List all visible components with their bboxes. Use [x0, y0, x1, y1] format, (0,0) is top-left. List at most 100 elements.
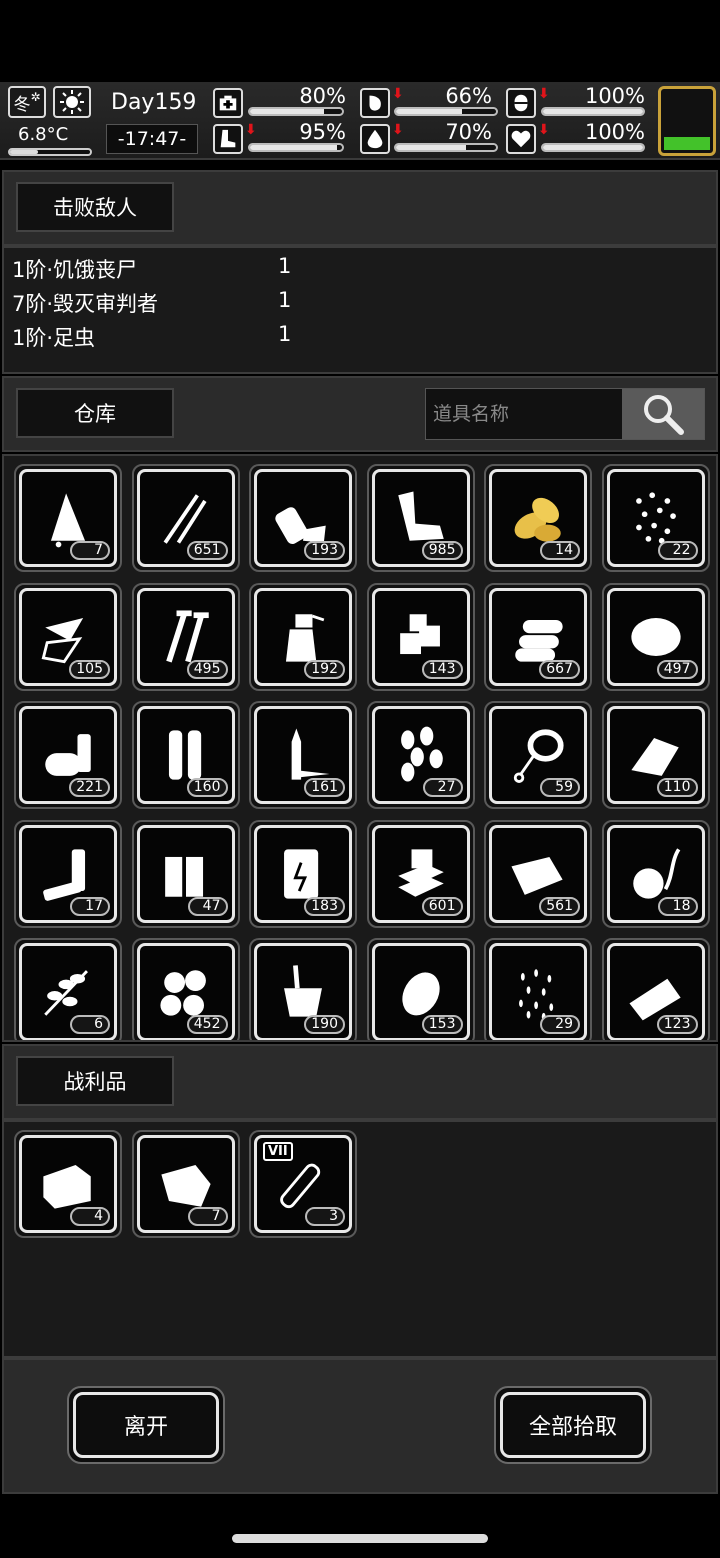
enemy-count: 1 — [278, 254, 292, 278]
take-all-button[interactable]: 全部拾取 — [494, 1386, 652, 1464]
item-slot[interactable]: 22 — [601, 464, 710, 572]
home-indicator[interactable] — [232, 1534, 488, 1543]
item-quantity: 601 — [421, 896, 463, 916]
mood-bar — [541, 143, 645, 152]
enemy-count: 1 — [278, 322, 292, 346]
item-slot-frame: 221 — [19, 706, 117, 804]
item-slot[interactable]: 651 — [131, 464, 240, 572]
search-button[interactable] — [622, 389, 704, 439]
item-quantity: 110 — [656, 778, 698, 797]
warehouse-grid[interactable]: 7 651 193 985 14 22 105 495 192 143 667 497 221 160 16… — [2, 454, 718, 1042]
hunger-value: 66% — [445, 84, 492, 108]
item-slot-frame: 561 — [489, 824, 587, 923]
item-slot[interactable]: 601 — [366, 819, 475, 928]
item-quantity: 27 — [422, 778, 463, 797]
item-slot[interactable]: 105 — [14, 582, 122, 691]
item-slot-frame: 29 — [489, 943, 587, 1040]
item-slot-frame: 985 — [371, 469, 470, 567]
sun-icon — [53, 86, 91, 118]
item-slot[interactable]: 110 — [601, 701, 710, 809]
item-slot[interactable]: 183 — [249, 819, 357, 928]
item-quantity: 7 — [70, 541, 110, 560]
temperature-bar — [8, 148, 92, 156]
pill-icon — [514, 94, 528, 112]
leave-button-label: 离开 — [73, 1392, 219, 1458]
item-quantity: 47 — [187, 896, 228, 916]
defeated-enemies-tab[interactable]: 击败敌人 — [16, 182, 174, 232]
search-icon — [644, 395, 684, 435]
medicine-stat — [506, 88, 536, 118]
item-slot[interactable]: 561 — [484, 819, 592, 928]
temperature-value: 6.8°C — [18, 124, 69, 145]
enemy-count: 1 — [278, 288, 292, 312]
hunger-bar — [394, 107, 498, 116]
item-slot[interactable]: 4 — [14, 1130, 122, 1238]
snowflake-icon: ✲ — [30, 90, 41, 104]
item-quantity: 22 — [657, 541, 698, 560]
item-search — [425, 388, 705, 440]
item-slot[interactable]: 123 — [601, 938, 710, 1040]
item-slot[interactable]: 7 — [14, 464, 122, 572]
medicine-value: 100% — [584, 84, 645, 108]
item-slot[interactable]: 985 — [366, 464, 475, 572]
item-slot-frame: 17 — [19, 824, 117, 923]
item-slot-frame: 153 — [371, 943, 470, 1040]
item-slot[interactable]: 59 — [484, 701, 592, 809]
item-slot-frame: 22 — [606, 469, 705, 567]
leave-button[interactable]: 离开 — [67, 1386, 225, 1464]
item-quantity: 495 — [186, 659, 228, 679]
stomach-icon — [369, 95, 381, 111]
item-slot[interactable]: 452 — [131, 938, 240, 1040]
item-slot[interactable]: 221 — [14, 701, 122, 809]
item-quantity: 29 — [540, 1015, 580, 1034]
item-slot[interactable]: 6 — [14, 938, 122, 1040]
battery-indicator — [658, 86, 716, 156]
season-label: 冬 — [13, 94, 31, 115]
medicine-bar — [541, 107, 645, 116]
item-slot[interactable]: 17 — [14, 819, 122, 928]
item-slot[interactable]: 497 — [601, 582, 710, 691]
tier-badge: VII — [263, 1142, 293, 1161]
health-value: 80% — [299, 84, 346, 108]
defeated-enemies-list: 1阶·饥饿丧尸 1 7阶·毁灭审判者 1 1阶·足虫 1 — [2, 246, 718, 374]
item-slot[interactable]: 190 — [249, 938, 357, 1040]
item-slot-frame: 123 — [606, 943, 705, 1040]
item-quantity: 143 — [421, 659, 463, 679]
item-search-input[interactable] — [426, 389, 624, 439]
item-slot[interactable]: 161 — [249, 701, 357, 809]
item-quantity: 161 — [304, 778, 345, 797]
item-quantity: 497 — [656, 659, 698, 679]
item-slot[interactable]: VII 3 — [249, 1130, 357, 1238]
warehouse-tab[interactable]: 仓库 — [16, 388, 174, 438]
item-slot[interactable]: 143 — [366, 582, 475, 691]
item-slot-frame: 7 — [136, 1135, 235, 1233]
game-clock: -17:47- — [106, 124, 198, 154]
item-quantity: 160 — [186, 778, 228, 797]
item-slot-frame: 183 — [254, 824, 352, 923]
boot-icon — [220, 129, 236, 148]
stamina-value: 95% — [299, 120, 346, 144]
item-slot-frame: 105 — [19, 587, 117, 686]
loot-grid[interactable]: 4 7 VII 3 — [2, 1120, 718, 1358]
item-slot[interactable]: 29 — [484, 938, 592, 1040]
item-slot[interactable]: 160 — [131, 701, 240, 809]
item-slot[interactable]: 27 — [366, 701, 475, 809]
item-quantity: 190 — [304, 1015, 345, 1034]
loot-tab[interactable]: 战利品 — [16, 1056, 174, 1106]
item-slot[interactable]: 7 — [131, 1130, 240, 1238]
item-slot-frame: 497 — [606, 587, 705, 686]
item-slot[interactable]: 667 — [484, 582, 592, 691]
item-slot[interactable]: 47 — [131, 819, 240, 928]
item-slot-frame: 4 — [19, 1135, 117, 1233]
item-quantity: 123 — [656, 1015, 698, 1034]
item-slot[interactable]: 193 — [249, 464, 357, 572]
item-slot[interactable]: 192 — [249, 582, 357, 691]
item-slot[interactable]: 14 — [484, 464, 592, 572]
item-slot[interactable]: 495 — [131, 582, 240, 691]
item-quantity: 667 — [539, 659, 580, 679]
item-slot-frame: 27 — [371, 706, 470, 804]
enemy-name: 7阶·毁灭审判者 — [12, 292, 159, 316]
item-slot-frame: 161 — [254, 706, 352, 804]
item-slot[interactable]: 18 — [601, 819, 710, 928]
item-slot[interactable]: 153 — [366, 938, 475, 1040]
